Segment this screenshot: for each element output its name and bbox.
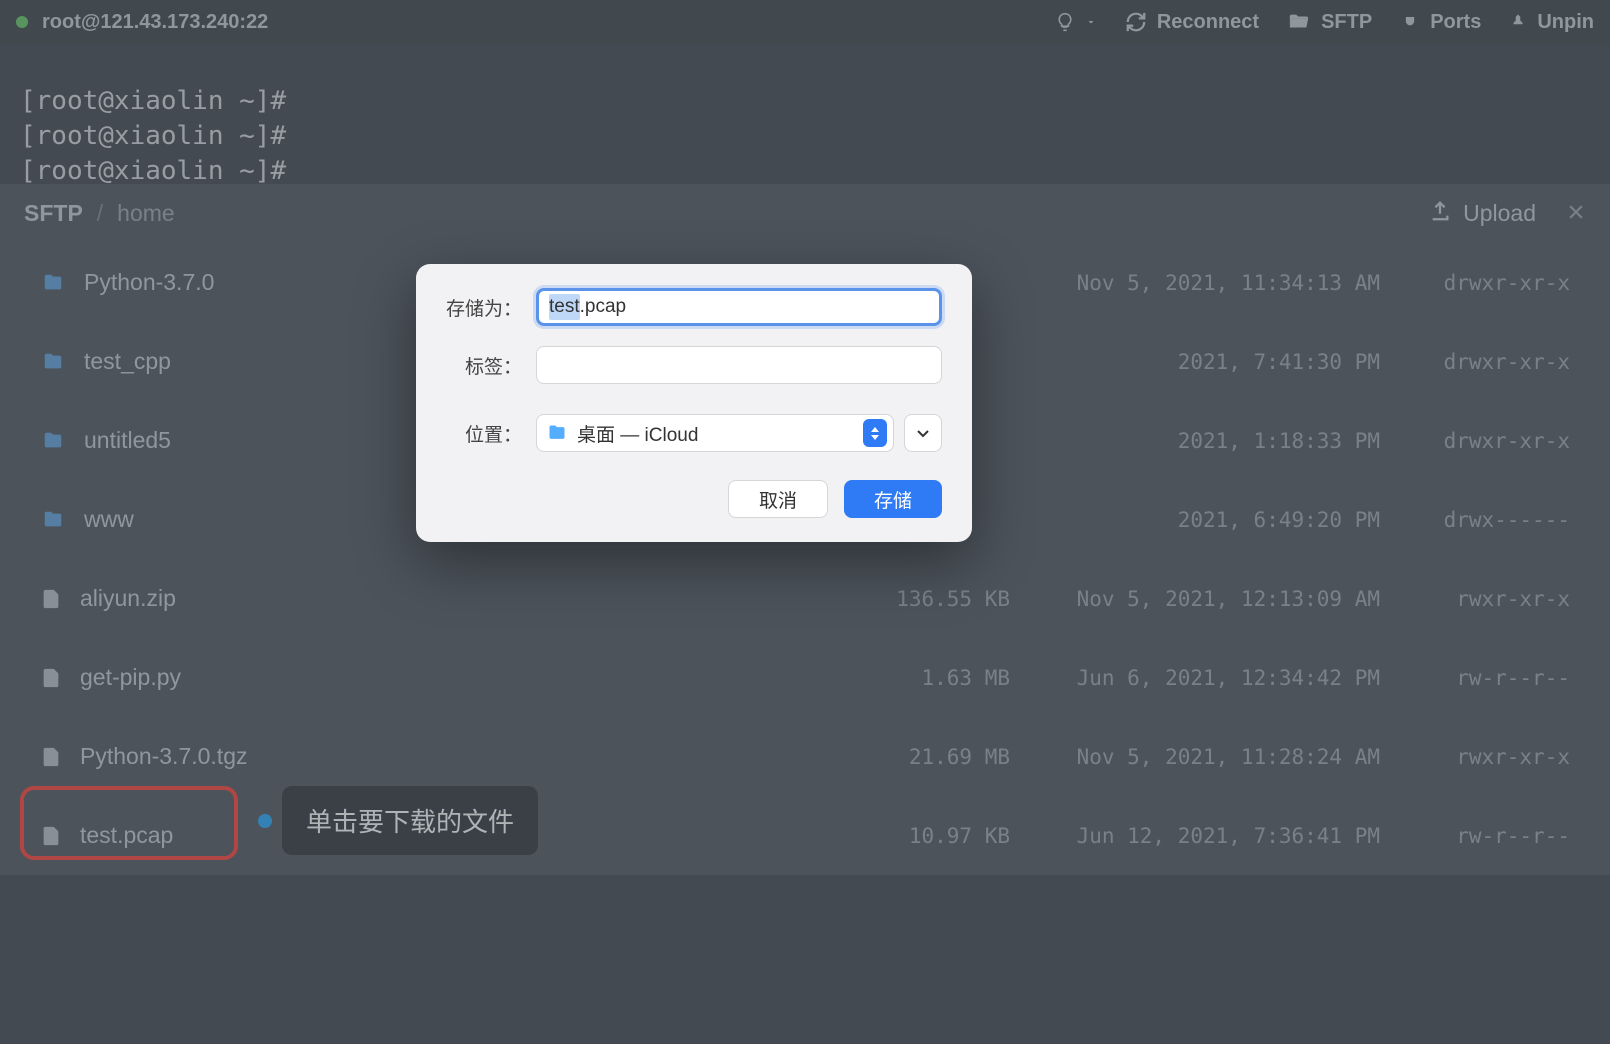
folder-icon — [40, 509, 66, 531]
upload-button[interactable]: Upload — [1429, 200, 1536, 228]
reconnect-button[interactable]: Reconnect — [1125, 11, 1259, 34]
tags-label: 标签： — [446, 352, 536, 379]
terminal-output[interactable]: [root@xiaolin ~]# [root@xiaolin ~]# [roo… — [0, 44, 1610, 184]
connection-status-dot — [16, 16, 28, 28]
file-perms: rwxr-xr-x — [1410, 587, 1570, 611]
location-label: 位置： — [446, 420, 536, 447]
file-row[interactable]: aliyun.zip 136.55 KB Nov 5, 2021, 12:13:… — [0, 559, 1610, 638]
folder-icon — [40, 351, 66, 373]
breadcrumb-separator: / — [97, 200, 103, 227]
annotation-text: 单击要下载的文件 — [282, 786, 538, 855]
filename-selected-text: test — [549, 294, 580, 320]
file-date: Jun 12, 2021, 7:36:41 PM — [1010, 824, 1410, 848]
file-icon — [40, 744, 62, 770]
file-size: 136.55 KB — [850, 587, 1010, 611]
file-size: 21.69 MB — [850, 745, 1010, 769]
file-perms: drwxr-xr-x — [1410, 271, 1570, 295]
terminal-line: [root@xiaolin ~]# — [20, 154, 1590, 184]
plug-icon — [1400, 11, 1420, 33]
file-date: 2021, 7:41:30 PM — [1010, 350, 1410, 374]
close-panel-button[interactable] — [1566, 198, 1586, 229]
filename-input[interactable]: test.pcap — [536, 288, 942, 326]
filename-ext: .pcap — [580, 296, 626, 318]
file-row[interactable]: get-pip.py 1.63 MB Jun 6, 2021, 12:34:42… — [0, 638, 1610, 717]
ports-button[interactable]: Ports — [1400, 11, 1481, 34]
file-icon — [40, 665, 62, 691]
file-date: 2021, 6:49:20 PM — [1010, 508, 1410, 532]
file-row[interactable]: test.pcap 10.97 KB Jun 12, 2021, 7:36:41… — [0, 796, 1610, 875]
folder-open-icon — [1287, 11, 1311, 33]
file-perms: rwxr-xr-x — [1410, 745, 1570, 769]
file-date: 2021, 1:18:33 PM — [1010, 429, 1410, 453]
file-perms: rw-r--r-- — [1410, 666, 1570, 690]
annotation-highlight-box — [20, 786, 238, 860]
file-perms: drwxr-xr-x — [1410, 429, 1570, 453]
sftp-label: SFTP — [1321, 11, 1372, 34]
file-icon — [40, 586, 62, 612]
breadcrumb-path[interactable]: home — [117, 200, 175, 227]
save-dialog: 存储为： test.pcap 标签： 位置： 桌面 — iCloud 取消 存储 — [416, 264, 972, 542]
pin-icon — [1509, 11, 1527, 33]
window-title: root@121.43.173.240:22 — [42, 11, 268, 34]
file-perms: rw-r--r-- — [1410, 824, 1570, 848]
terminal-line: [root@xiaolin ~]# — [20, 119, 1590, 154]
updown-arrows-icon — [863, 419, 887, 447]
file-perms: drwx------ — [1410, 508, 1570, 532]
folder-icon — [545, 423, 569, 443]
file-size: 10.97 KB — [850, 824, 1010, 848]
file-row[interactable]: Python-3.7.0.tgz 21.69 MB Nov 5, 2021, 1… — [0, 717, 1610, 796]
sftp-button[interactable]: SFTP — [1287, 11, 1372, 34]
file-name: Python-3.7.0 — [84, 269, 214, 296]
file-name: aliyun.zip — [80, 585, 176, 612]
file-size: 1.63 MB — [850, 666, 1010, 690]
save-button[interactable]: 存储 — [844, 480, 942, 518]
file-date: Nov 5, 2021, 11:34:13 AM — [1010, 271, 1410, 295]
file-date: Nov 5, 2021, 11:28:24 AM — [1010, 745, 1410, 769]
file-date: Jun 6, 2021, 12:34:42 PM — [1010, 666, 1410, 690]
cancel-button[interactable]: 取消 — [728, 480, 828, 518]
file-name: test_cpp — [84, 348, 171, 375]
unpin-label: Unpin — [1537, 11, 1594, 34]
ports-label: Ports — [1430, 11, 1481, 34]
expand-location-button[interactable] — [904, 414, 942, 452]
file-name: untitled5 — [84, 427, 171, 454]
location-select[interactable]: 桌面 — iCloud — [536, 414, 894, 452]
file-date: Nov 5, 2021, 12:13:09 AM — [1010, 587, 1410, 611]
lightbulb-menu[interactable] — [1055, 11, 1097, 34]
file-name: www — [84, 506, 134, 533]
chevron-down-icon — [1085, 11, 1097, 34]
terminal-line: [root@xiaolin ~]# — [20, 84, 1590, 119]
location-value: 桌面 — iCloud — [577, 420, 698, 447]
annotation-callout: 单击要下载的文件 — [258, 786, 538, 855]
annotation-dot-icon — [258, 814, 272, 828]
upload-icon — [1429, 200, 1451, 228]
lightbulb-icon — [1055, 12, 1075, 32]
save-as-label: 存储为： — [446, 294, 536, 321]
folder-icon — [40, 430, 66, 452]
unpin-button[interactable]: Unpin — [1509, 11, 1594, 34]
reconnect-label: Reconnect — [1157, 11, 1259, 34]
file-perms: drwxr-xr-x — [1410, 350, 1570, 374]
file-name: Python-3.7.0.tgz — [80, 743, 248, 770]
sftp-header: SFTP / home Upload — [0, 184, 1610, 243]
refresh-icon — [1125, 11, 1147, 33]
upload-label: Upload — [1463, 200, 1536, 227]
file-name: get-pip.py — [80, 664, 181, 691]
folder-icon — [40, 272, 66, 294]
sftp-root-label[interactable]: SFTP — [24, 200, 83, 227]
titlebar: root@121.43.173.240:22 Reconnect SFTP — [0, 0, 1610, 44]
tags-input[interactable] — [536, 346, 942, 384]
breadcrumb: SFTP / home — [24, 200, 175, 227]
